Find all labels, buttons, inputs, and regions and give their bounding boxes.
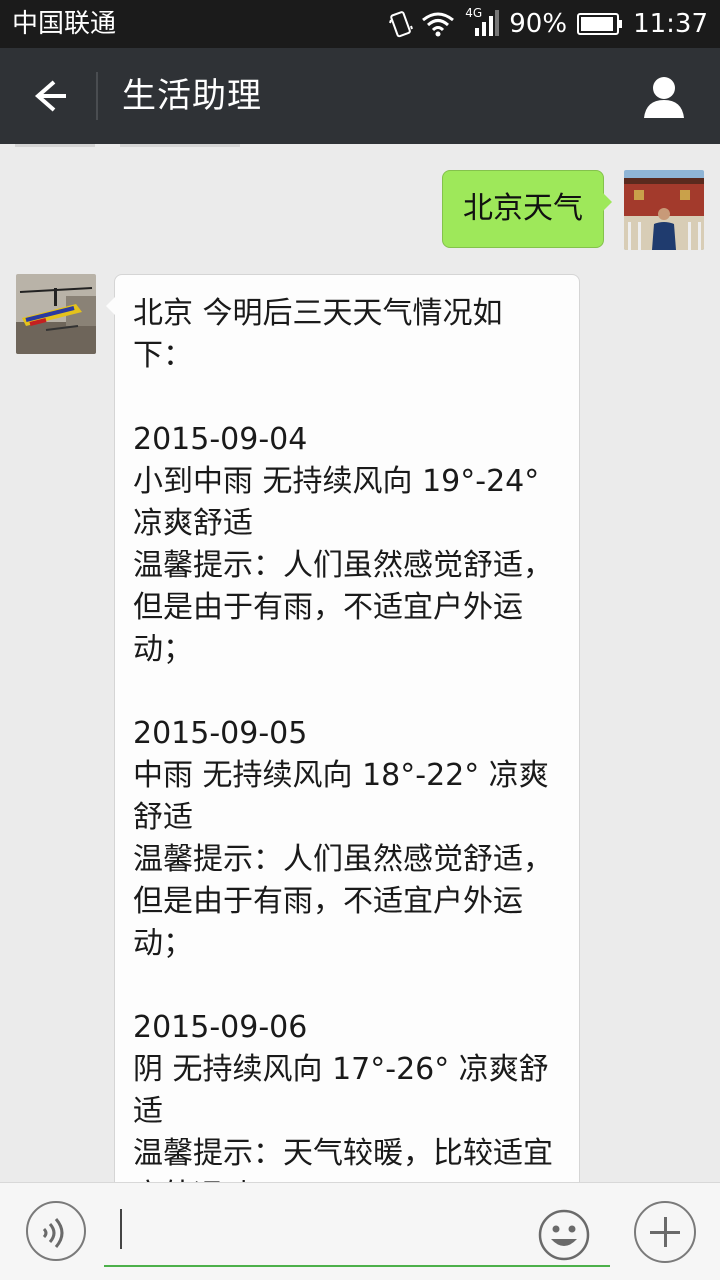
vibrate-icon	[389, 10, 414, 38]
sent-message-bubble[interactable]: 北京天气	[442, 170, 612, 248]
previous-message-edge	[15, 144, 95, 147]
status-bar: 中国联通 4G 90% 11:37	[0, 0, 720, 48]
input-bar	[0, 1182, 720, 1280]
voice-icon[interactable]	[26, 1201, 86, 1261]
title-separator	[96, 72, 98, 120]
person-icon[interactable]	[636, 72, 692, 120]
bubble-tail	[106, 297, 115, 315]
battery-icon	[577, 12, 623, 36]
message-input[interactable]	[104, 1205, 610, 1267]
my-avatar[interactable]	[624, 170, 704, 250]
text-cursor	[120, 1209, 122, 1249]
assistant-avatar[interactable]	[16, 274, 96, 354]
page-title: 生活助理	[122, 76, 262, 116]
received-message-bubble[interactable]: 北京 今明后三天天气情况如下： 2015-09-04 小到中雨 无持续风向 19…	[106, 274, 580, 1182]
signal-icon: 4G	[465, 6, 500, 38]
plus-icon[interactable]	[634, 1201, 696, 1263]
emoji-icon[interactable]	[538, 1209, 590, 1261]
battery-percent: 90%	[509, 9, 568, 39]
back-arrow-icon[interactable]	[22, 72, 72, 120]
title-bar: 生活助理	[0, 48, 720, 144]
wifi-icon	[421, 11, 455, 37]
bubble-tail	[603, 193, 612, 211]
status-icons: 4G 90% 11:37	[389, 6, 708, 40]
network-type: 4G	[465, 6, 483, 20]
previous-message-edge	[120, 144, 240, 147]
sent-message-text: 北京天气	[463, 191, 583, 226]
received-message-text: 北京 今明后三天天气情况如下： 2015-09-04 小到中雨 无持续风向 19…	[133, 296, 553, 1182]
clock: 11:37	[633, 9, 708, 39]
chat-area[interactable]: 北京天气 北京 今明后三天天气情况如下： 2015-09-04 小到中雨 无持续…	[0, 144, 720, 1182]
carrier-name: 中国联通	[12, 9, 117, 39]
